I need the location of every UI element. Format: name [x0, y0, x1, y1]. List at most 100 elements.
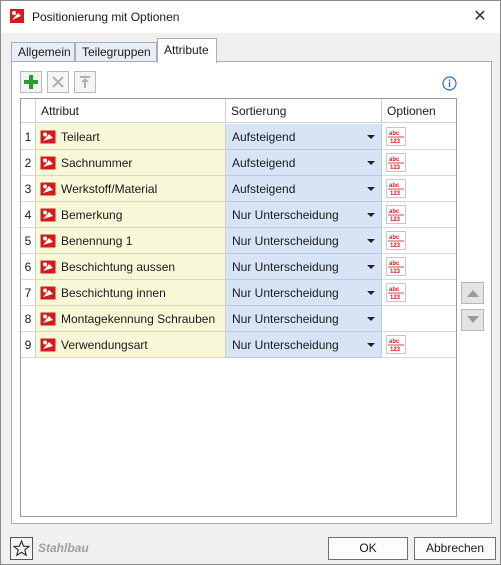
- attribute-name: Verwendungsart: [61, 338, 148, 352]
- svg-text:123: 123: [390, 347, 401, 353]
- sort-dropdown[interactable]: Nur Unterscheidung: [226, 280, 382, 306]
- table-row[interactable]: 3 Werkstoff/Material Aufsteigend abc 123: [21, 176, 456, 202]
- table-row[interactable]: 8 Montagekennung Schrauben Nur Unterscheid…: [21, 306, 456, 332]
- move-down-button[interactable]: [461, 309, 484, 331]
- sort-dropdown[interactable]: Nur Unterscheidung: [226, 332, 382, 358]
- attribute-name: Sachnummer: [61, 156, 133, 170]
- svg-text:abc: abc: [389, 235, 400, 241]
- table-row[interactable]: 2 Sachnummer Aufsteigend abc 123: [21, 150, 456, 176]
- attribute-icon: [40, 312, 56, 326]
- info-icon[interactable]: [442, 76, 457, 91]
- attribute-cell[interactable]: Montagekennung Schrauben: [36, 306, 226, 332]
- row-number: 3: [21, 176, 36, 202]
- sort-dropdown[interactable]: Nur Unterscheidung: [226, 228, 382, 254]
- attribute-cell[interactable]: Benennung 1: [36, 228, 226, 254]
- options-cell[interactable]: abc 123: [382, 202, 456, 228]
- move-top-button[interactable]: [74, 71, 96, 93]
- svg-text:abc: abc: [389, 339, 400, 345]
- options-cell[interactable]: abc 123: [382, 124, 456, 150]
- sort-dropdown[interactable]: Nur Unterscheidung: [226, 254, 382, 280]
- row-number: 9: [21, 332, 36, 358]
- table-row[interactable]: 6 Beschichtung aussen Nur Unterscheidung ab…: [21, 254, 456, 280]
- options-cell[interactable]: [382, 306, 456, 332]
- chevron-down-icon[interactable]: [367, 213, 375, 217]
- column-sortierung[interactable]: Sortierung: [226, 99, 382, 123]
- sort-value: Nur Unterscheidung: [232, 286, 339, 300]
- table-row[interactable]: 5 Benennung 1 Nur Unterscheidung abc 123: [21, 228, 456, 254]
- svg-text:123: 123: [390, 295, 401, 301]
- chevron-down-icon[interactable]: [367, 187, 375, 191]
- chevron-down-icon[interactable]: [367, 135, 375, 139]
- text-option-icon[interactable]: abc 123: [386, 127, 406, 146]
- delete-button[interactable]: [47, 71, 69, 93]
- table-row[interactable]: 4 Bemerkung Nur Unterscheidung abc 123: [21, 202, 456, 228]
- attribute-icon: [40, 338, 56, 352]
- text-option-icon[interactable]: abc 123: [386, 283, 406, 302]
- ok-button[interactable]: OK: [328, 537, 408, 560]
- attribute-name: Teileart: [61, 130, 100, 144]
- options-cell[interactable]: abc 123: [382, 254, 456, 280]
- table-row[interactable]: 7 Beschichtung innen Nur Unterscheidung abc…: [21, 280, 456, 306]
- svg-text:123: 123: [390, 191, 401, 197]
- attribute-cell[interactable]: Verwendungsart: [36, 332, 226, 358]
- attribute-cell[interactable]: Beschichtung aussen: [36, 254, 226, 280]
- chevron-down-icon[interactable]: [367, 343, 375, 347]
- text-option-icon[interactable]: abc 123: [386, 257, 406, 276]
- column-optionen[interactable]: Optionen: [382, 99, 456, 123]
- tab-attribute[interactable]: Attribute: [157, 38, 217, 63]
- sort-value: Aufsteigend: [232, 182, 296, 196]
- star-icon: [12, 539, 31, 557]
- tab-teilegruppen[interactable]: Teilegruppen: [75, 42, 157, 62]
- favorite-button[interactable]: [10, 537, 33, 560]
- attribute-cell[interactable]: Bemerkung: [36, 202, 226, 228]
- attribute-cell[interactable]: Werkstoff/Material: [36, 176, 226, 202]
- text-option-icon[interactable]: abc 123: [386, 153, 406, 172]
- chevron-down-icon[interactable]: [367, 291, 375, 295]
- arrow-up-icon: [467, 290, 479, 297]
- attribute-cell[interactable]: Beschichtung innen: [36, 280, 226, 306]
- sort-dropdown[interactable]: Nur Unterscheidung: [226, 306, 382, 332]
- sort-dropdown[interactable]: Aufsteigend: [226, 150, 382, 176]
- attribute-name: Benennung 1: [61, 234, 133, 248]
- dialog-window: Positionierung mit Optionen ✕ Allgemein …: [0, 0, 501, 565]
- move-top-icon: [80, 76, 90, 88]
- chevron-down-icon[interactable]: [367, 265, 375, 269]
- sort-dropdown[interactable]: Nur Unterscheidung: [226, 202, 382, 228]
- chevron-down-icon[interactable]: [367, 239, 375, 243]
- options-cell[interactable]: abc 123: [382, 228, 456, 254]
- column-attribut[interactable]: Attribut: [36, 99, 226, 123]
- sort-dropdown[interactable]: Aufsteigend: [226, 176, 382, 202]
- chevron-down-icon[interactable]: [367, 317, 375, 321]
- table-row[interactable]: 9 Verwendungsart Nur Unterscheidung abc 123: [21, 332, 456, 358]
- svg-text:abc: abc: [389, 209, 400, 215]
- attribute-name: Montagekennung Schrauben: [61, 312, 216, 326]
- options-cell[interactable]: abc 123: [382, 280, 456, 306]
- window-title: Positionierung mit Optionen: [32, 10, 180, 24]
- attribute-icon: [40, 208, 56, 222]
- text-option-icon[interactable]: abc 123: [386, 205, 406, 224]
- text-option-icon[interactable]: abc 123: [386, 179, 406, 198]
- cancel-button[interactable]: Abbrechen: [414, 537, 496, 560]
- options-cell[interactable]: abc 123: [382, 332, 456, 358]
- options-cell[interactable]: abc 123: [382, 176, 456, 202]
- sort-value: Aufsteigend: [232, 156, 296, 170]
- tab-allgemein[interactable]: Allgemein: [11, 42, 75, 62]
- close-icon[interactable]: ✕: [469, 6, 491, 28]
- chevron-down-icon[interactable]: [367, 161, 375, 165]
- options-cell[interactable]: abc 123: [382, 150, 456, 176]
- table-row[interactable]: 1 Teileart Aufsteigend abc 123: [21, 124, 456, 150]
- attribute-icon: [40, 130, 56, 144]
- text-option-icon[interactable]: abc 123: [386, 231, 406, 250]
- text-option-icon[interactable]: abc 123: [386, 335, 406, 354]
- sort-value: Nur Unterscheidung: [232, 234, 339, 248]
- move-up-button[interactable]: [461, 282, 484, 304]
- attribute-cell[interactable]: Sachnummer: [36, 150, 226, 176]
- add-button[interactable]: [20, 71, 42, 93]
- attribute-name: Beschichtung innen: [61, 286, 166, 300]
- row-number: 4: [21, 202, 36, 228]
- svg-text:abc: abc: [389, 131, 400, 137]
- attribute-cell[interactable]: Teileart: [36, 124, 226, 150]
- sort-dropdown[interactable]: Aufsteigend: [226, 124, 382, 150]
- svg-text:123: 123: [390, 243, 401, 249]
- title-bar: Positionierung mit Optionen ✕: [1, 1, 500, 33]
